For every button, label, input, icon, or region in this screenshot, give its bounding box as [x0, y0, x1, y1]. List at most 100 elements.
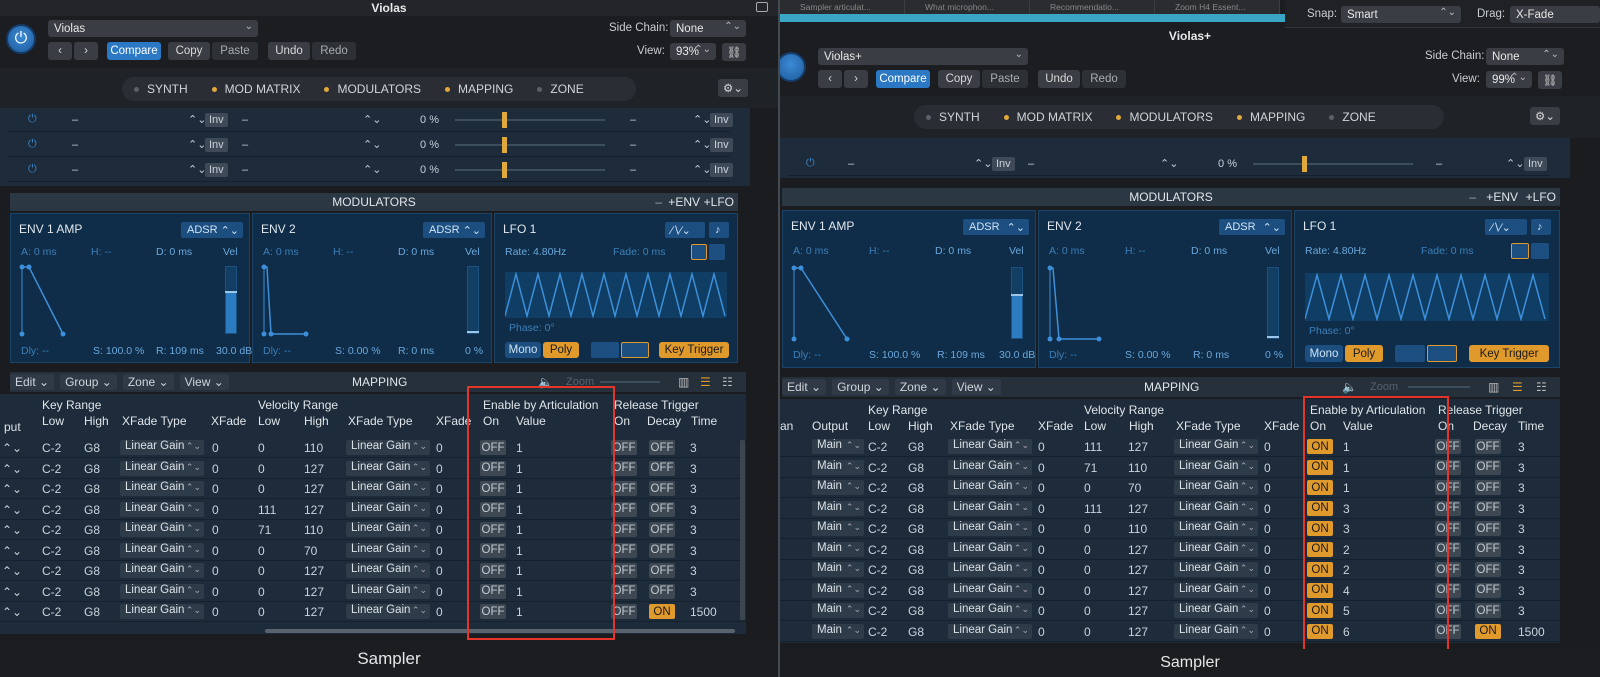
velocity-low[interactable]: 0: [258, 482, 265, 496]
via-stepper[interactable]: ⌃⌄: [363, 113, 381, 126]
env1-curve[interactable]: [791, 265, 1001, 345]
stepper-icon[interactable]: ⌃⌄: [2, 605, 22, 619]
output-selector[interactable]: Main ⌃⌄: [812, 480, 864, 495]
velocity-xfade-type-selector[interactable]: Linear Gain ⌃⌄: [1174, 562, 1258, 577]
velocity-xfade-value[interactable]: 0: [1264, 625, 1271, 639]
lfo-rate[interactable]: Rate: 4.80Hz: [505, 246, 566, 258]
key-high[interactable]: G8: [908, 522, 924, 536]
time-value[interactable]: 3: [690, 544, 697, 558]
stepper-icon[interactable]: ⌃⌄: [2, 564, 22, 578]
velocity-high[interactable]: 127: [1128, 604, 1148, 618]
velocity-high[interactable]: 110: [304, 441, 323, 455]
lfo-waveform-selector[interactable]: ∕∖∕⌄: [1485, 219, 1527, 235]
add-lfo-button[interactable]: +LFO: [704, 195, 734, 209]
inv-button[interactable]: Inv: [992, 156, 1015, 171]
velocity-low[interactable]: 0: [1084, 563, 1091, 577]
amount-slider[interactable]: [455, 144, 605, 146]
decay-toggle[interactable]: OFF: [649, 460, 675, 476]
group-menu[interactable]: Group ⌄: [832, 379, 889, 395]
key-high[interactable]: G8: [84, 482, 100, 496]
velocity-low[interactable]: 111: [1084, 440, 1102, 454]
velocity-xfade-type-selector[interactable]: Linear Gain ⌃⌄: [1174, 603, 1258, 618]
velocity-xfade-type-selector[interactable]: Linear Gain ⌃⌄: [346, 522, 430, 537]
key-high[interactable]: G8: [84, 544, 100, 558]
decay-toggle[interactable]: OFF: [1475, 480, 1501, 495]
velocity-xfade-value[interactable]: 0: [436, 523, 443, 537]
xfade-value[interactable]: 0: [212, 482, 219, 496]
env1-curve[interactable]: [19, 264, 219, 339]
tab-modulators[interactable]: MODULATORS: [1104, 110, 1225, 124]
table-row[interactable]: ⌃⌄ C-2 G8 Linear Gain ⌃⌄ 0 0 127 Linear Gain ⌃⌄ 0 O…: [0, 479, 746, 499]
env1-mode-selector[interactable]: ADSR ⌃⌄: [963, 219, 1029, 235]
time-value[interactable]: 3: [1518, 481, 1525, 495]
xfade-type-selector[interactable]: Linear Gain ⌃⌄: [120, 563, 204, 578]
fade-curve-icon[interactable]: [1511, 243, 1529, 259]
key-low[interactable]: C-2: [42, 564, 61, 578]
env1-hold[interactable]: H: --: [869, 245, 889, 257]
compare-button[interactable]: Compare: [876, 70, 930, 88]
view-selector[interactable]: 93% ⌃⌄: [670, 43, 716, 60]
velocity-xfade-type-selector[interactable]: Linear Gain ⌃⌄: [346, 563, 430, 578]
key-trigger-button[interactable]: Key Trigger: [1469, 345, 1549, 362]
velocity-high[interactable]: 70: [304, 544, 317, 558]
env2-sustain[interactable]: S: 0.00 %: [1125, 349, 1171, 361]
keyboard-icon[interactable]: ▥: [678, 375, 689, 389]
time-value[interactable]: 3: [690, 585, 697, 599]
env2-velocity-meter[interactable]: [1267, 267, 1279, 339]
time-value[interactable]: 3: [1518, 440, 1525, 454]
group-menu[interactable]: Group ⌄: [60, 374, 117, 390]
velocity-low[interactable]: 71: [1084, 461, 1097, 475]
gear-icon[interactable]: ⚙⌄: [718, 79, 748, 97]
paste-button[interactable]: Paste: [212, 42, 258, 60]
xfade-value[interactable]: 0: [212, 462, 219, 476]
note-sync-icon[interactable]: ♪: [1531, 219, 1551, 235]
xfade-value[interactable]: 0: [1038, 563, 1045, 577]
slider-handle[interactable]: [1302, 156, 1307, 172]
preset-selector[interactable]: Violas+ ⌄: [818, 48, 1028, 65]
env1-velocity-meter[interactable]: [1011, 267, 1023, 339]
key-high[interactable]: G8: [908, 584, 924, 598]
table-row[interactable]: ⌃⌄ C-2 G8 Linear Gain ⌃⌄ 0 0 127 Linear Gain ⌃⌄ 0 O…: [0, 561, 746, 581]
decay-toggle[interactable]: OFF: [649, 481, 675, 496]
lfo-phase[interactable]: Phase: 0°: [509, 322, 555, 334]
decay-toggle[interactable]: OFF: [649, 522, 675, 537]
env1-mode-selector[interactable]: ADSR ⌃⌄: [181, 222, 243, 238]
vertical-scrollbar[interactable]: [740, 440, 745, 620]
velocity-xfade-type-selector[interactable]: Linear Gain ⌃⌄: [1174, 541, 1258, 557]
velocity-low[interactable]: 0: [1084, 625, 1091, 639]
velocity-xfade-value[interactable]: 0: [1264, 440, 1271, 454]
xfade-type-selector[interactable]: Linear Gain ⌃⌄: [948, 521, 1032, 536]
velocity-xfade-type-selector[interactable]: Linear Gain ⌃⌄: [346, 501, 430, 517]
power-icon[interactable]: ⏻: [6, 24, 36, 54]
velocity-low[interactable]: 0: [1084, 522, 1091, 536]
redo-button[interactable]: Redo: [1082, 70, 1126, 88]
snap-selector[interactable]: Smart ⌃⌄: [1341, 6, 1461, 23]
source-stepper[interactable]: ⌃⌄: [188, 163, 206, 176]
key-low[interactable]: C-2: [42, 605, 61, 619]
add-lfo-button[interactable]: +LFO: [1526, 190, 1556, 204]
velocity-low[interactable]: 111: [1084, 502, 1102, 516]
lfo-fade[interactable]: Fade: 0 ms: [613, 246, 666, 258]
stepper-icon[interactable]: ⌃⌄: [2, 544, 22, 558]
key-high[interactable]: G8: [84, 503, 100, 517]
velocity-xfade-type-selector[interactable]: Linear Gain ⌃⌄: [1174, 623, 1258, 639]
xfade-type-selector[interactable]: Linear Gain ⌃⌄: [120, 542, 204, 558]
env1-hold[interactable]: H: --: [91, 246, 111, 258]
velocity-high[interactable]: 127: [304, 482, 324, 496]
inv-button[interactable]: Inv: [710, 162, 733, 177]
zone-menu[interactable]: Zone ⌄: [122, 374, 174, 390]
power-icon[interactable]: [780, 52, 806, 82]
xfade-value[interactable]: 0: [1038, 440, 1045, 454]
xfade-type-selector[interactable]: Linear Gain ⌃⌄: [948, 480, 1032, 495]
undo-button[interactable]: Undo: [1038, 70, 1080, 88]
env2-attack[interactable]: A: 0 ms: [263, 246, 299, 258]
add-env-button[interactable]: +ENV: [668, 195, 700, 209]
xfade-value[interactable]: 0: [212, 523, 219, 537]
env1-attack[interactable]: A: 0 ms: [21, 246, 57, 258]
env1-velocity-meter[interactable]: [225, 266, 237, 334]
velocity-high[interactable]: 127: [1128, 584, 1148, 598]
time-value[interactable]: 3: [690, 523, 697, 537]
velocity-xfade-value[interactable]: 0: [1264, 543, 1271, 557]
velocity-high[interactable]: 127: [304, 462, 324, 476]
fade-curve-icon[interactable]: [691, 244, 707, 260]
